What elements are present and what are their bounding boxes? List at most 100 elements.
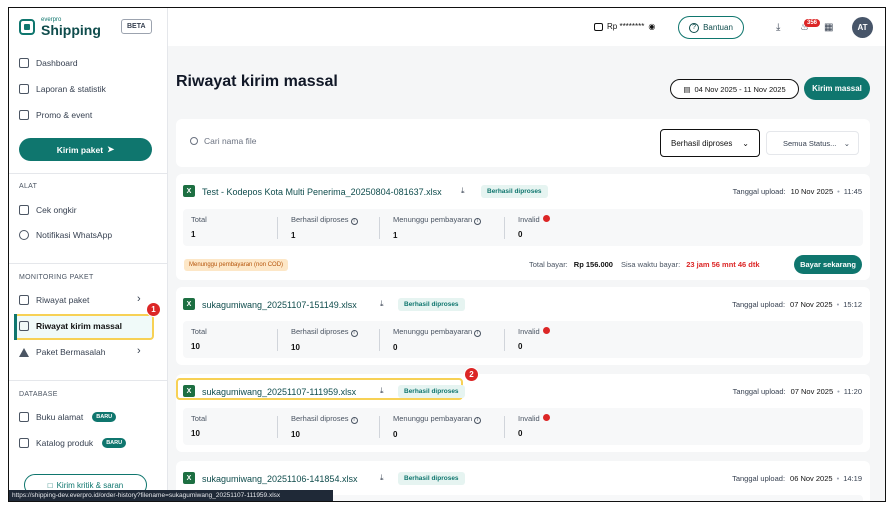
stat-success: Berhasil diproses i 10: [291, 327, 358, 352]
download-icon[interactable]: ⤓: [776, 22, 780, 33]
download-icon[interactable]: ⤓: [380, 299, 384, 309]
stat-waiting: Menunggu pembayaran i 0: [393, 327, 482, 352]
sidebar-item-dashboard[interactable]: Dashboard: [19, 58, 78, 68]
kirim-massal-button[interactable]: Kirim massal: [804, 77, 870, 100]
sidebar: everpro Shipping BETA Dashboard Laporan …: [9, 8, 168, 501]
stat-waiting: Menunggu pembayaran i 0: [393, 414, 482, 439]
stat-invalid: Invalid 0: [518, 215, 550, 239]
stat-invalid: Invalid 0: [518, 414, 550, 438]
annotation-badge-1: 1: [146, 302, 161, 317]
notification-count: 356: [804, 19, 821, 27]
chevron-down-icon: ⌄: [742, 138, 749, 148]
catalog-icon: [19, 438, 29, 448]
contact-card-icon: [19, 412, 29, 422]
balance-value: Rp ********: [607, 22, 645, 31]
wallet-icon: [594, 22, 603, 31]
download-icon[interactable]: ⤓: [380, 473, 384, 483]
sidebar-item-label: Paket Bermasalah: [36, 347, 106, 357]
new-badge: BARU: [92, 412, 117, 422]
bayar-sekarang-button[interactable]: Bayar sekarang: [794, 255, 862, 274]
page-title: Riwayat kirim massal: [176, 73, 338, 90]
info-icon: i: [350, 218, 358, 225]
file-name-link[interactable]: sukagumiwang_20251106-141854.xlsx: [202, 474, 357, 484]
search-icon: [190, 137, 198, 145]
section-alat: ALAT: [19, 183, 38, 190]
stat-success: Berhasil diproses i 1: [291, 215, 358, 240]
sidebar-item-label: Riwayat paket: [36, 295, 90, 305]
download-icon[interactable]: ⤓: [461, 186, 465, 196]
sidebar-item-label: Promo & event: [36, 110, 93, 120]
warning-icon: [19, 347, 29, 357]
upload-date: Tanggal upload: 10 Nov 2025 • 11:45: [732, 187, 862, 196]
status-badge: Berhasil diproses: [481, 185, 548, 198]
chevron-right-icon: ›: [137, 293, 141, 305]
stat-waiting: Menunggu pembayaran i 1: [393, 215, 482, 240]
alert-icon: [542, 327, 550, 334]
file-name-link[interactable]: Test - Kodepos Kota Multi Penerima_20250…: [202, 187, 442, 197]
all-status-select[interactable]: Semua Status... ⌄: [766, 131, 859, 155]
status-badge: Berhasil diproses: [398, 385, 465, 398]
shipping-logo-icon: [19, 19, 35, 35]
active-indicator: [14, 314, 17, 340]
brand-name: Shipping: [41, 22, 101, 38]
info-icon: i: [474, 417, 482, 424]
alert-icon: [542, 215, 550, 222]
payment-summary: Total bayar: Rp 156.000 Sisa waktu bayar: 2…: [529, 260, 760, 269]
pending-payment-badge: Menunggu pembayaran (non COD): [184, 259, 289, 271]
upload-card: X Test - Kodepos Kota Multi Penerima_202…: [176, 174, 870, 280]
sidebar-item-cek-ongkir[interactable]: Cek ongkir: [19, 205, 77, 215]
stats-panel: Total 10 Berhasil diproses i 10 Menunggu pe…: [183, 321, 863, 358]
divider: [9, 380, 168, 381]
info-icon: i: [474, 330, 482, 337]
sidebar-item-paket-bermasalah[interactable]: Paket Bermasalah ›: [19, 345, 141, 357]
sidebar-item-buku-alamat[interactable]: Buku alamat BARU: [19, 412, 117, 422]
excel-file-icon: X: [183, 298, 195, 310]
excel-file-icon: X: [183, 185, 195, 197]
sidebar-item-riwayat-kirim-massal-label[interactable]: Riwayat kirim massal: [19, 321, 122, 331]
top-bar: Rp ******** ◉ ? Bantuan ⤓ ♨ 356 ▦ AT: [168, 8, 885, 46]
sidebar-item-label: Notifikasi WhatsApp: [36, 230, 113, 240]
beta-badge: BETA: [121, 19, 152, 34]
sidebar-item-label: Katalog produk: [36, 438, 94, 448]
search-list-icon: [19, 205, 29, 215]
avatar[interactable]: AT: [852, 17, 873, 38]
help-icon: ?: [689, 22, 700, 33]
stat-success: Berhasil diproses i 10: [291, 414, 358, 439]
eye-icon[interactable]: ◉: [648, 22, 655, 31]
bantuan-button[interactable]: ? Bantuan: [678, 16, 744, 39]
search-input[interactable]: Cari nama file: [190, 136, 256, 146]
download-icon[interactable]: ⤓: [380, 386, 384, 396]
new-badge: BARU: [102, 438, 127, 448]
sidebar-item-label: Riwayat kirim massal: [36, 321, 122, 331]
kirim-paket-button[interactable]: Kirim paket ➤: [19, 138, 152, 161]
upload-card: X sukagumiwang_20251107-111959.xlsx ⤓ Be…: [176, 374, 870, 452]
alert-icon: [542, 414, 550, 421]
upload-card: X sukagumiwang_20251107-151149.xlsx ⤓ Be…: [176, 287, 870, 365]
status-badge: Berhasil diproses: [398, 298, 465, 311]
home-icon: [19, 58, 29, 68]
chevron-right-icon: ›: [137, 345, 141, 357]
info-icon: i: [350, 417, 358, 424]
file-name-link[interactable]: sukagumiwang_20251107-111959.xlsx: [202, 387, 356, 397]
divider: [9, 263, 168, 264]
sidebar-item-katalog-produk[interactable]: Katalog produk BARU: [19, 438, 127, 448]
brand-logo[interactable]: everpro Shipping: [19, 17, 101, 37]
chat-icon: □: [47, 480, 53, 490]
apps-grid-icon[interactable]: ▦: [824, 22, 833, 33]
status-filter-select[interactable]: Berhasil diproses ⌄: [660, 129, 760, 157]
sidebar-item-riwayat-paket[interactable]: Riwayat paket ›: [19, 293, 141, 305]
upload-date: Tanggal upload: 07 Nov 2025 • 15:12: [732, 300, 862, 309]
file-name-link[interactable]: sukagumiwang_20251107-151149.xlsx: [202, 300, 357, 310]
ticket-icon: [19, 110, 29, 120]
balance-display[interactable]: Rp ******** ◉: [594, 22, 655, 31]
sidebar-item-label: Buku alamat: [36, 412, 84, 422]
date-range-picker[interactable]: ▤ 04 Nov 2025 - 11 Nov 2025: [670, 79, 799, 99]
sidebar-item-notifikasi-whatsapp[interactable]: Notifikasi WhatsApp: [19, 230, 112, 240]
stat-total: Total 10: [191, 414, 207, 438]
main-content: Riwayat kirim massal ▤ 04 Nov 2025 - 11 …: [168, 46, 885, 501]
sidebar-item-label: Dashboard: [36, 58, 78, 68]
sidebar-item-laporan[interactable]: Laporan & statistik: [19, 84, 106, 94]
sidebar-item-promo[interactable]: Promo & event: [19, 110, 92, 120]
chevron-down-icon: ⌄: [843, 138, 850, 148]
info-icon: i: [474, 218, 482, 225]
